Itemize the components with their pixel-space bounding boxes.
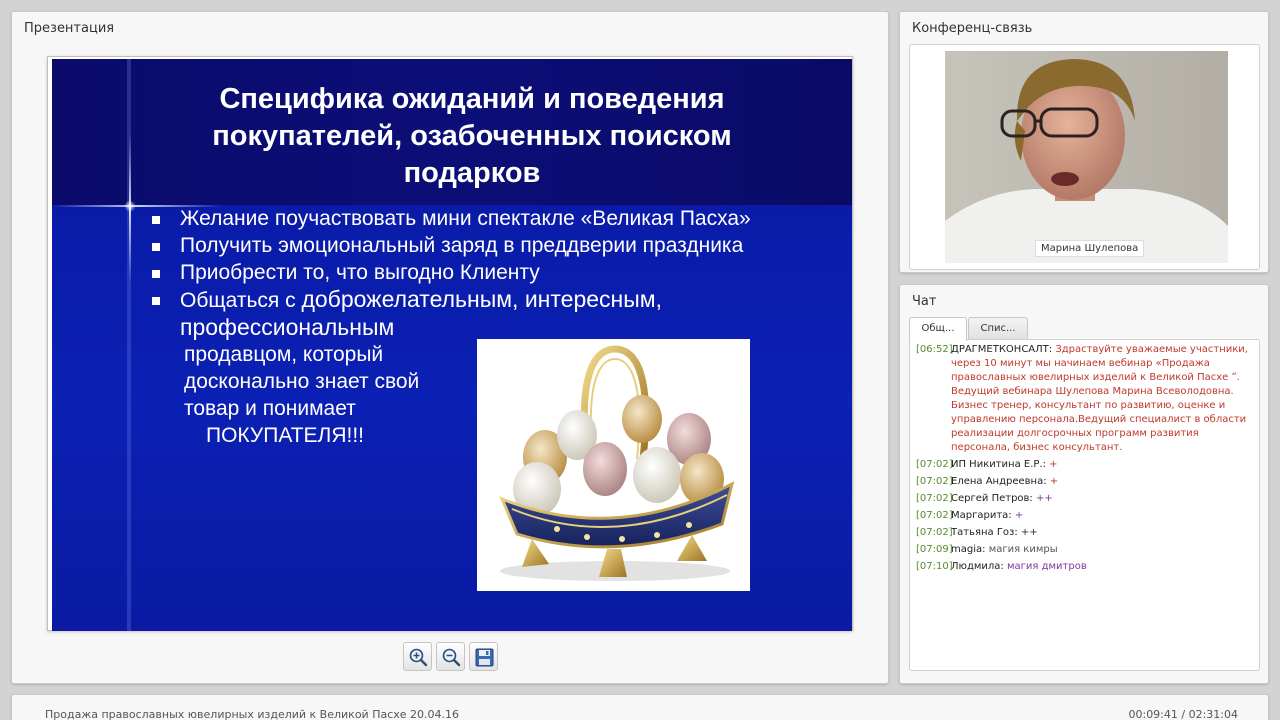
- slide-title: Специфика ожиданий и поведения покупател…: [212, 83, 732, 189]
- chat-message-time: [07:09]: [916, 544, 953, 555]
- chat-message-text: +: [1014, 510, 1024, 521]
- slide-bullet-lead: Общаться с: [180, 289, 302, 312]
- chat-message-text: ++: [1020, 527, 1038, 538]
- tab-general-chat[interactable]: Общ...: [909, 317, 967, 341]
- chat-message-user: ДРАГМЕТКОНСАЛТ:: [951, 344, 1053, 355]
- chat-message-time: [07:02]: [916, 476, 953, 487]
- chat-message-text: Здраствуйте уважаемые участники, через 1…: [951, 344, 1248, 453]
- slide: Специфика ожиданий и поведения покупател…: [52, 59, 852, 631]
- chat-message-time: [07:02]: [916, 493, 953, 504]
- tab-participants-list[interactable]: Спис...: [968, 317, 1028, 340]
- chat-message-user: Сергей Петров:: [951, 493, 1033, 504]
- chat-message-text: +: [1049, 459, 1058, 470]
- chat-message: [07:10] Людмила: магия дмитров: [916, 560, 1253, 574]
- zoom-out-button[interactable]: [436, 642, 465, 671]
- chat-message-time: [07:02]: [916, 510, 953, 521]
- chat-message-text: +: [1049, 476, 1059, 487]
- chat-message: [07:09] magia: магия кимры: [916, 543, 1253, 557]
- zoom-in-button[interactable]: [403, 642, 432, 671]
- zoom-in-icon: [409, 648, 428, 667]
- slide-flare-center: [124, 200, 136, 212]
- chat-message-user: ИП Никитина Е.Р.:: [951, 459, 1046, 470]
- floppy-disk-icon: [475, 648, 494, 667]
- chat-message-list[interactable]: [06:52] ДРАГМЕТКОНСАЛТ: Здраствуйте уваж…: [909, 339, 1260, 671]
- slide-bullet: Приобрести то, что выгодно Клиенту: [152, 259, 832, 286]
- slide-frame: Специфика ожиданий и поведения покупател…: [47, 56, 853, 631]
- save-button[interactable]: [469, 642, 498, 671]
- chat-message-time: [07:02]: [916, 459, 953, 470]
- footer-bar: Продажа православных ювелирных изделий к…: [11, 694, 1269, 720]
- chat-message-user: Татьяна Гоз:: [951, 527, 1018, 538]
- slide-bullet-continuation: профессиональным: [180, 314, 395, 340]
- chat-message: [07:02] Маргарита: +: [916, 509, 1253, 523]
- presentation-panel-title: Презентация: [24, 21, 115, 36]
- chat-message-user: Маргарита:: [951, 510, 1012, 521]
- chat-message-text: магия дмитров: [1006, 561, 1087, 572]
- chat-message-time: [06:52]: [916, 344, 953, 355]
- chat-message-time: [07:10]: [916, 561, 953, 572]
- conference-panel: Конференц-связь Марина Шулепова: [899, 11, 1269, 273]
- chat-message-text: магия кимры: [988, 544, 1058, 555]
- zoom-out-icon: [442, 648, 461, 667]
- conference-panel-title: Конференц-связь: [912, 21, 1033, 36]
- chat-panel: Чат Общ... Спис... [06:52] ДРАГМЕТКОНСАЛ…: [899, 284, 1269, 684]
- chat-message-text: ++: [1035, 493, 1053, 504]
- chat-message-user: magia:: [951, 544, 986, 555]
- chat-message: [07:02] Елена Андреевна: +: [916, 475, 1253, 489]
- speaker-name-tag: Марина Шулепова: [1035, 240, 1145, 257]
- chat-message: [07:02] Татьяна Гоз: ++: [916, 526, 1253, 540]
- chat-message-user: Елена Андреевна:: [951, 476, 1047, 487]
- speaker-video[interactable]: Марина Шулепова: [945, 51, 1228, 263]
- video-frame: Марина Шулепова: [909, 44, 1260, 270]
- chat-panel-title: Чат: [912, 294, 937, 309]
- slide-bullet: Получить эмоциональный заряд в преддвери…: [152, 232, 832, 259]
- easter-egg-basket-image: [477, 339, 750, 591]
- chat-message: [06:52] ДРАГМЕТКОНСАЛТ: Здраствуйте уваж…: [916, 343, 1253, 455]
- chat-message-user: Людмила:: [951, 561, 1004, 572]
- chat-message-time: [07:02]: [916, 527, 953, 538]
- webinar-title: Продажа православных ювелирных изделий к…: [45, 708, 460, 720]
- slide-bullet: Общаться с доброжелательным, интересным,: [152, 286, 832, 314]
- playback-time: 00:09:41 / 02:31:04: [1128, 708, 1238, 720]
- slide-bullet-emphasis: доброжелательным, интересным,: [301, 286, 662, 312]
- slide-bullet: Желание поучаствовать мини спектакле «Ве…: [152, 205, 832, 232]
- chat-message: [07:02] ИП Никитина Е.Р.: +: [916, 458, 1253, 472]
- chat-message: [07:02] Сергей Петров: ++: [916, 492, 1253, 506]
- presentation-panel: Презентация Специфика ожиданий и поведен…: [11, 11, 889, 684]
